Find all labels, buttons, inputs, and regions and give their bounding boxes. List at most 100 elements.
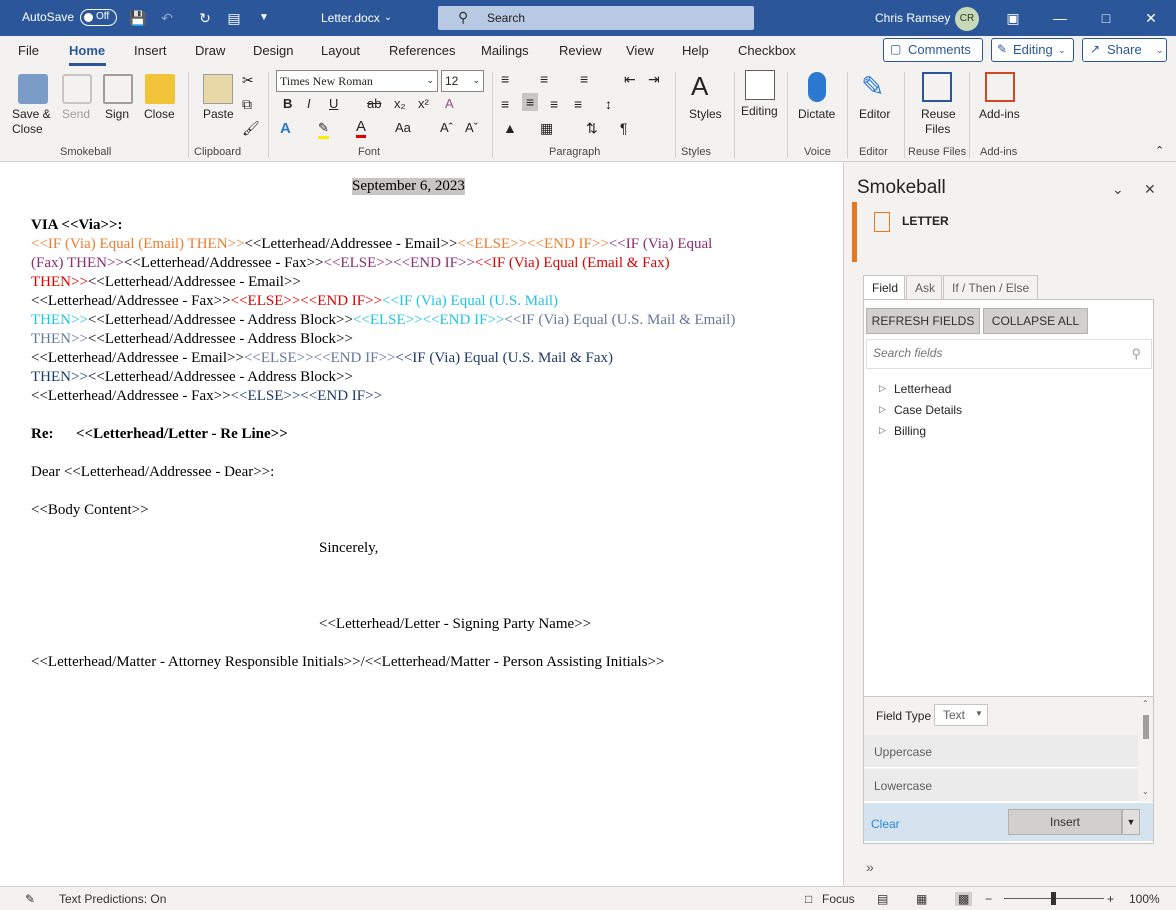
font-name-box[interactable]: Times New Roman ⌄	[276, 70, 438, 92]
reuse-label-2[interactable]: Files	[925, 122, 950, 136]
save-close-label-1[interactable]: Save &	[12, 107, 51, 121]
tree-item-case-details[interactable]: Case Details	[894, 403, 962, 417]
numbering-icon[interactable]: ≡	[540, 71, 548, 87]
merge-condition[interactable]: <<IF (Via) Equal (U.S. Mail)	[382, 293, 558, 309]
merge-condition[interactable]: <<IF (Via) Equal (U.S. Mail & Fax)	[395, 350, 613, 366]
bold-icon[interactable]: B	[283, 96, 292, 111]
save-close-icon[interactable]	[18, 74, 48, 104]
minimize-icon[interactable]: —	[1050, 8, 1070, 28]
refresh-fields-button[interactable]: REFRESH FIELDS	[866, 308, 980, 334]
close-label[interactable]: Close	[144, 107, 175, 121]
undo-icon[interactable]: ↶	[158, 9, 176, 27]
salutation[interactable]: Dear <<Letterhead/Addressee - Dear>>:	[31, 464, 274, 481]
field-type-select[interactable]: Text ▼	[934, 704, 988, 726]
justify-icon[interactable]: ≡	[574, 96, 582, 112]
conditional-line[interactable]: <<IF (Via) Equal (Email) THEN>><<Letterh…	[31, 236, 712, 253]
conditional-line[interactable]: THEN>><<Letterhead/Addressee - Address B…	[31, 312, 735, 329]
expand-arrow-icon[interactable]: ▷	[879, 404, 886, 415]
insert-dropdown-icon[interactable]: ▼	[1122, 809, 1140, 835]
conditional-line[interactable]: <<Letterhead/Addressee - Fax>><<ELSE>><<…	[31, 293, 558, 310]
tab-file[interactable]: File	[18, 43, 39, 58]
focus-icon[interactable]: □	[805, 892, 812, 906]
conditional-line[interactable]: THEN>><<Letterhead/Addressee - Address B…	[31, 331, 353, 348]
merge-condition[interactable]: <<ELSE>><<END IF>>	[353, 312, 504, 328]
merge-field[interactable]: <<Letterhead/Addressee - Address Block>>	[88, 312, 353, 328]
avatar[interactable]: CR	[955, 7, 979, 31]
italic-icon[interactable]: I	[307, 96, 311, 111]
search-fields-input[interactable]	[873, 346, 1113, 360]
line-spacing-icon[interactable]: ↕	[605, 96, 612, 112]
align-center-icon[interactable]: ≡	[522, 93, 539, 111]
folder-icon[interactable]	[145, 74, 175, 104]
tab-ask[interactable]: Ask	[906, 275, 942, 300]
reuse-label-1[interactable]: Reuse	[921, 107, 956, 121]
web-layout-icon[interactable]: ▩	[955, 892, 973, 906]
merge-condition[interactable]: <<IF (Via) Equal	[609, 236, 713, 252]
tab-references[interactable]: References	[389, 43, 455, 58]
comments-button[interactable]: ▢ Comments	[883, 38, 983, 62]
zoom-in-icon[interactable]: +	[1107, 892, 1114, 906]
clear-link[interactable]: Clear	[871, 817, 900, 831]
borders-icon[interactable]: ▦	[540, 120, 553, 137]
save-close-label-2[interactable]: Close	[12, 122, 43, 136]
share-button[interactable]: ↗ Share ⌄	[1082, 38, 1167, 62]
merge-condition[interactable]: THEN>>	[31, 331, 88, 347]
ribbon-display-icon[interactable]: ▣	[1003, 8, 1023, 28]
zoom-out-icon[interactable]: −	[985, 892, 992, 906]
editing-mode-button[interactable]: ✎ Editing ⌄	[991, 38, 1074, 62]
tab-insert[interactable]: Insert	[134, 43, 167, 58]
collapse-ribbon-icon[interactable]: ⌃	[1155, 144, 1164, 157]
editor-icon[interactable]: ✎	[861, 70, 884, 103]
editor-label[interactable]: Editor	[859, 107, 890, 121]
add-ins-icon[interactable]	[985, 72, 1015, 102]
touch-mode-icon[interactable]: ▤	[225, 9, 243, 27]
merge-field[interactable]: <<Letterhead/Addressee - Fax>>	[124, 255, 324, 271]
copy-icon[interactable]: ⧉	[242, 96, 252, 113]
merge-condition[interactable]: THEN>>	[31, 312, 88, 328]
find-icon[interactable]	[745, 70, 775, 100]
print-layout-icon[interactable]: ▦	[916, 892, 927, 906]
document-title[interactable]: Letter.docx	[321, 11, 380, 25]
conditional-line[interactable]: THEN>><<Letterhead/Addressee - Email>>	[31, 274, 301, 291]
letter-date[interactable]: September 6, 2023	[352, 178, 465, 195]
expand-arrow-icon[interactable]: ▷	[879, 383, 886, 394]
tab-help[interactable]: Help	[682, 43, 709, 58]
editing-label[interactable]: Editing	[741, 104, 778, 118]
tab-design[interactable]: Design	[253, 43, 293, 58]
superscript-icon[interactable]: x²	[418, 96, 429, 111]
align-right-icon[interactable]: ≡	[550, 96, 558, 112]
signing-party[interactable]: <<Letterhead/Letter - Signing Party Name…	[319, 616, 591, 633]
options-scrollbar[interactable]: ⌃ ⌄	[1141, 699, 1151, 799]
styles-label[interactable]: Styles	[689, 107, 722, 121]
collapse-all-button[interactable]: COLLAPSE ALL	[983, 308, 1088, 334]
clear-formatting-icon[interactable]: A	[445, 96, 454, 111]
initials-line[interactable]: <<Letterhead/Matter - Attorney Responsib…	[31, 654, 664, 671]
sign-icon[interactable]	[103, 74, 133, 104]
underline-icon[interactable]: U	[329, 96, 338, 111]
merge-field[interactable]: <<Letterhead/Addressee - Email>>	[31, 350, 244, 366]
conditional-line[interactable]: <<Letterhead/Addressee - Fax>><<ELSE>><<…	[31, 388, 382, 405]
tab-mailings[interactable]: Mailings	[481, 43, 529, 58]
expand-pane-icon[interactable]: »	[866, 859, 874, 875]
redo-icon[interactable]: ↻	[196, 9, 214, 27]
tree-item-billing[interactable]: Billing	[894, 424, 926, 438]
close-icon[interactable]: ✕	[1141, 8, 1161, 28]
insert-button[interactable]: Insert	[1008, 809, 1122, 835]
strikethrough-icon[interactable]: ab	[367, 96, 381, 111]
shrink-font-icon[interactable]: Aˇ	[465, 120, 478, 135]
proofing-icon[interactable]: ✎	[25, 892, 35, 906]
microphone-icon[interactable]	[808, 72, 826, 102]
chevron-down-icon[interactable]: ⌄	[379, 9, 397, 27]
font-color-icon[interactable]: A	[356, 118, 367, 138]
tab-field[interactable]: Field	[863, 275, 905, 301]
tab-layout[interactable]: Layout	[321, 43, 360, 58]
merge-condition[interactable]: THEN>>	[31, 274, 88, 290]
cut-icon[interactable]: ✂	[242, 72, 254, 89]
tree-item-letterhead[interactable]: Letterhead	[894, 382, 951, 396]
sincerely[interactable]: Sincerely,	[319, 540, 378, 557]
maximize-icon[interactable]: □	[1096, 8, 1116, 28]
conditional-line[interactable]: <<Letterhead/Addressee - Email>><<ELSE>>…	[31, 350, 613, 367]
tab-home[interactable]: Home	[69, 43, 105, 58]
merge-condition[interactable]: <<ELSE>><<END IF>>	[457, 236, 608, 252]
re-label[interactable]: Re:	[31, 426, 54, 443]
